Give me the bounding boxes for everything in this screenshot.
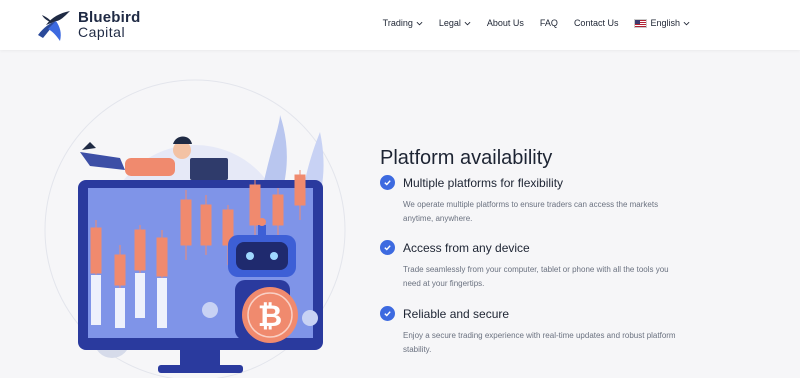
nav-trading-label: Trading xyxy=(382,18,413,28)
svg-text:₿: ₿ xyxy=(258,300,282,333)
bluebird-logo-icon xyxy=(38,11,70,41)
language-label: English xyxy=(650,18,680,28)
nav-faq-label: FAQ xyxy=(539,18,558,28)
feature-title: Access from any device xyxy=(403,240,530,255)
feature-title: Multiple platforms for flexibility xyxy=(403,175,564,190)
brand-name-line2: Capital xyxy=(78,24,126,40)
feature-desc-line: need at your fingertips. xyxy=(403,279,485,288)
nav-legal[interactable]: Legal xyxy=(439,18,471,28)
nav-faq[interactable]: FAQ xyxy=(540,18,558,28)
feature-description: Enjoy a secure trading experience with r… xyxy=(403,329,710,357)
nav-about-us-label: About Us xyxy=(486,18,524,28)
feature-description: Trade seamlessly from your computer, tab… xyxy=(403,263,710,291)
brand-name-line1: Bluebird xyxy=(78,9,141,26)
check-icon xyxy=(380,306,395,321)
check-icon xyxy=(380,175,395,190)
bitcoin-icon: ₿ xyxy=(242,287,298,343)
language-selector[interactable]: English xyxy=(634,18,690,28)
feature-title: Reliable and secure xyxy=(403,306,510,321)
section-title: Platform availability xyxy=(380,146,553,169)
chevron-down-icon xyxy=(416,21,423,25)
nav-legal-label: Legal xyxy=(438,18,461,28)
brand-logo[interactable]: Bluebird Capital xyxy=(34,5,164,45)
trading-bot-illustration: ₿ xyxy=(44,79,346,378)
person-with-laptop xyxy=(80,136,228,180)
feature-desc-line: stability. xyxy=(403,345,432,354)
chevron-down-icon xyxy=(683,21,690,25)
check-icon xyxy=(380,240,395,255)
feature-desc-line: Trade seamlessly from your computer, tab… xyxy=(403,265,669,274)
feature-item: Access from any device Trade seamlessly … xyxy=(380,240,710,291)
nav-contact-us-label: Contact Us xyxy=(573,18,619,28)
nav-contact-us[interactable]: Contact Us xyxy=(574,18,619,28)
chevron-down-icon xyxy=(464,21,471,25)
feature-desc-line: anytime, anywhere. xyxy=(403,214,473,223)
site-header: Bluebird Capital Trading Legal About Us … xyxy=(0,0,800,50)
nav-trading[interactable]: Trading xyxy=(383,18,423,28)
feature-item: Multiple platforms for flexibility We op… xyxy=(380,175,710,226)
feature-desc-line: Enjoy a secure trading experience with r… xyxy=(403,331,676,340)
feature-desc-line: We operate multiple platforms to ensure … xyxy=(403,200,659,209)
us-flag-icon xyxy=(634,18,648,28)
feature-description: We operate multiple platforms to ensure … xyxy=(403,198,710,226)
main-nav: Trading Legal About Us FAQ Contact Us En… xyxy=(383,18,690,28)
feature-item: Reliable and secure Enjoy a secure tradi… xyxy=(380,306,710,357)
nav-about-us[interactable]: About Us xyxy=(487,18,524,28)
